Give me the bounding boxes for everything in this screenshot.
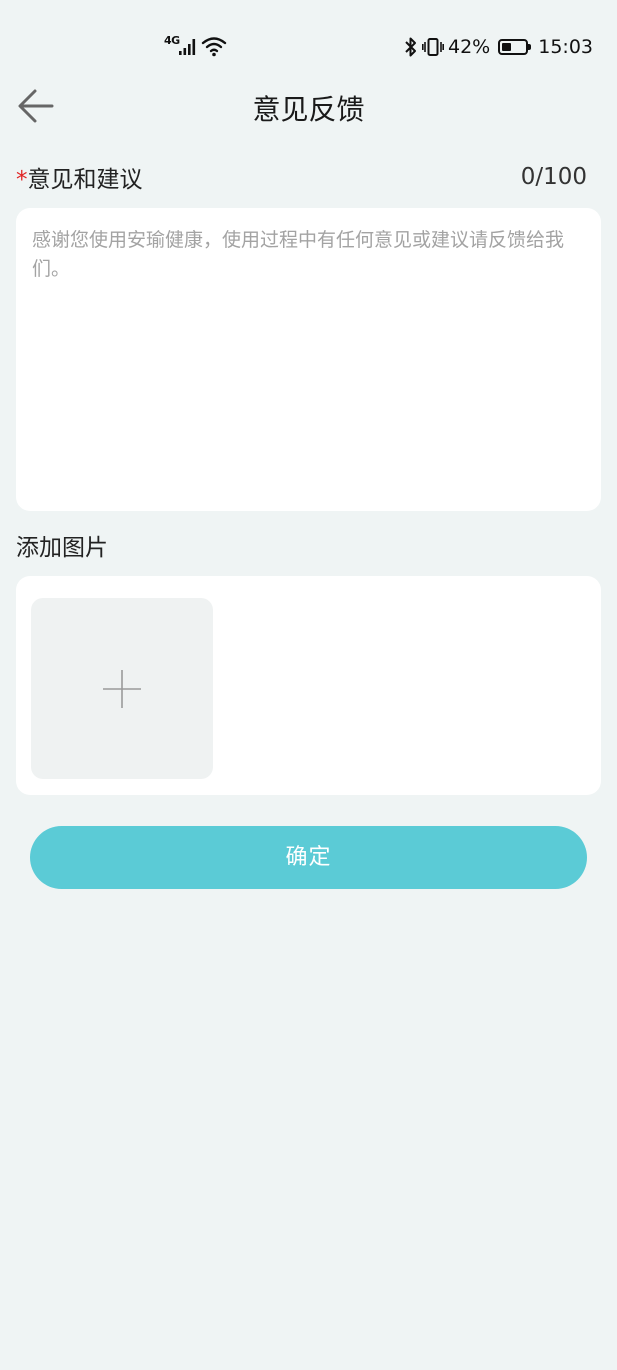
feedback-label-wrap: *意见和建议	[16, 160, 143, 194]
add-image-button[interactable]	[31, 598, 213, 779]
nav-bar: 意见反馈	[0, 70, 617, 142]
char-counter: 0/100	[520, 164, 587, 190]
feedback-textarea[interactable]	[32, 226, 585, 496]
clock: 15:03	[538, 36, 593, 58]
page-title: 意见反馈	[252, 93, 365, 126]
battery-icon	[498, 39, 532, 55]
status-bar: 4G 42% 15:03	[0, 0, 617, 70]
wifi-icon	[201, 37, 227, 57]
vibrate-icon	[422, 38, 444, 56]
confirm-button[interactable]: 确定	[30, 826, 587, 889]
battery-percent: 42%	[448, 36, 491, 58]
signal-icon	[179, 39, 196, 55]
bluetooth-icon	[405, 37, 416, 57]
status-right: 42% 15:03	[404, 35, 593, 59]
feedback-label: 意见和建议	[27, 167, 143, 193]
feedback-section-header: *意见和建议 0/100	[16, 160, 587, 194]
add-images-label: 添加图片	[16, 535, 108, 561]
battery-fill	[502, 43, 512, 51]
image-card	[16, 576, 601, 795]
feedback-card	[16, 208, 601, 511]
plus-icon	[103, 670, 141, 708]
required-mark: *	[16, 167, 28, 193]
